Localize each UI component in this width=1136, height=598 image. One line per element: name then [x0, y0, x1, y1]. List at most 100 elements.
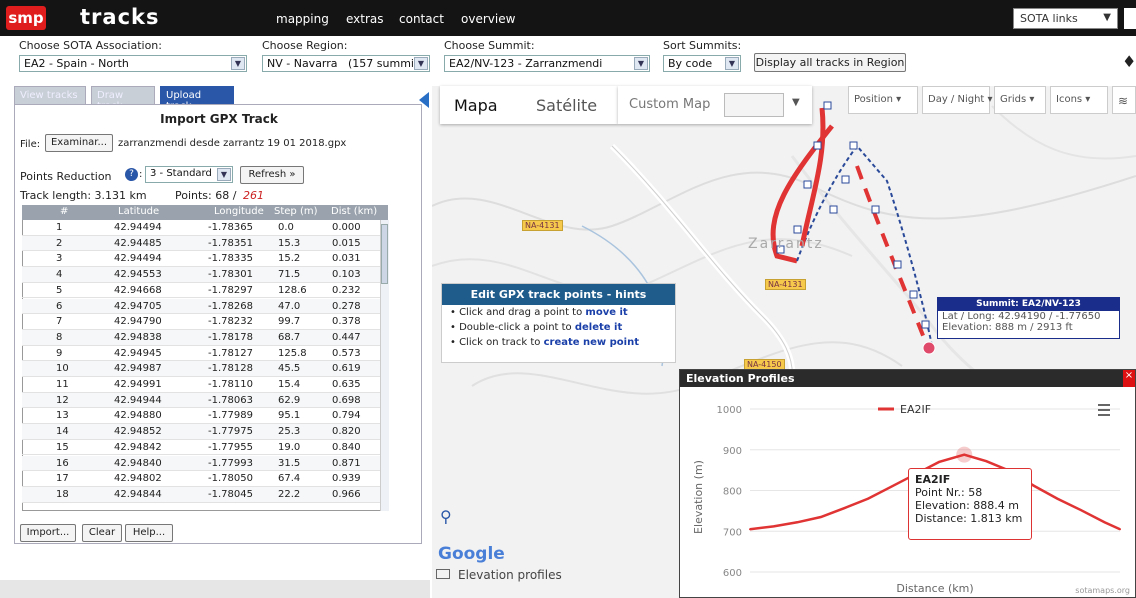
hiker-icon[interactable]: ♦ — [1122, 52, 1136, 71]
table-row[interactable]: 2 42.94485 -1.78351 15.3 0.015 — [22, 235, 388, 252]
table-cell: 0.015 — [332, 237, 361, 249]
table-row[interactable]: 14 42.94852 -1.77975 25.3 0.820 — [22, 424, 388, 440]
tab-draw-track[interactable]: Draw track — [91, 86, 155, 112]
tab-upload-track[interactable]: Upload track — [160, 86, 234, 112]
table-cell: 2 — [56, 237, 63, 249]
hint-create: • Click on track to create new point — [450, 337, 639, 348]
table-row[interactable]: 7 42.94790 -1.78232 99.7 0.378 — [22, 314, 388, 330]
elevation-point — [772, 525, 775, 528]
region-select[interactable]: NV - Navarra (157 summits) ▼ — [262, 55, 430, 72]
help-icon[interactable]: ? — [125, 168, 138, 181]
table-cell: 3 — [56, 253, 63, 265]
table-cell: -1.78110 — [208, 379, 253, 390]
sort-select[interactable]: By code ▼ — [663, 55, 741, 72]
table-cell: -1.78232 — [208, 316, 253, 328]
tooltip-point: Point Nr.: 58 — [915, 486, 983, 499]
table-cell: 22.2 — [278, 488, 301, 500]
tab-view-tracks[interactable]: View tracks — [14, 86, 86, 105]
table-cell: 128.6 — [278, 284, 307, 296]
col-header-latitude[interactable]: Latitude — [118, 206, 159, 217]
table-cell: 0.966 — [332, 488, 361, 500]
elevation-point — [1032, 484, 1035, 487]
day-night-button[interactable]: Day / Night ▾ — [922, 86, 993, 114]
position-button[interactable]: Position ▾ — [848, 86, 918, 114]
help-button[interactable]: Help... — [125, 524, 173, 542]
nav-contact[interactable]: contact — [399, 12, 444, 26]
table-row[interactable]: 11 42.94991 -1.78110 15.4 0.635 — [22, 377, 388, 393]
table-row[interactable]: 6 42.94705 -1.78268 47.0 0.278 — [22, 298, 388, 315]
table-cell: 12 — [56, 394, 69, 406]
table-row[interactable]: 16 42.94840 -1.77993 31.5 0.871 — [22, 455, 388, 472]
map-type-mapa[interactable]: Mapa — [454, 96, 498, 115]
table-cell: -1.78050 — [208, 473, 253, 485]
table-cell: 0.820 — [332, 426, 361, 438]
layers-icon[interactable]: ≋ — [1112, 86, 1136, 114]
collapse-panel-icon[interactable] — [419, 92, 429, 108]
table-cell: -1.78178 — [208, 331, 253, 343]
import-button[interactable]: Import... — [20, 524, 76, 542]
table-row[interactable]: 1 42.94494 -1.78365 0.0 0.000 — [22, 220, 388, 236]
table-row[interactable]: 18 42.94844 -1.78045 22.2 0.966 — [22, 486, 388, 503]
table-row[interactable]: 15 42.94842 -1.77955 19.0 0.840 — [22, 440, 388, 456]
nav-mapping[interactable]: mapping — [276, 12, 329, 26]
table-scroll-thumb[interactable] — [381, 224, 388, 284]
smp-logo[interactable]: smp — [6, 6, 46, 30]
table-row[interactable]: 17 42.94802 -1.78050 67.4 0.939 — [22, 471, 388, 487]
nav-extras[interactable]: extras — [346, 12, 384, 26]
table-cell: -1.78045 — [208, 488, 253, 500]
summit-title: Summit: EA2/NV-123 — [938, 298, 1119, 311]
map-type-satellite[interactable]: Satélite — [536, 96, 597, 115]
table-cell: 5 — [56, 284, 63, 296]
close-icon[interactable]: × — [1123, 370, 1135, 387]
table-cell: 15.4 — [278, 379, 301, 390]
nav-overview[interactable]: overview — [461, 12, 515, 26]
table-cell: 0.447 — [332, 331, 361, 343]
custom-map-field[interactable] — [724, 93, 784, 117]
col-header-longitude[interactable]: Longitude — [214, 206, 264, 217]
table-row[interactable]: 13 42.94880 -1.77989 95.1 0.794 — [22, 408, 388, 425]
clear-button[interactable]: Clear — [82, 524, 122, 542]
menu-square[interactable] — [1124, 8, 1136, 29]
icons-button[interactable]: Icons ▾ — [1050, 86, 1108, 114]
grids-button[interactable]: Grids ▾ — [994, 86, 1046, 114]
table-row[interactable]: 4 42.94553 -1.78301 71.5 0.103 — [22, 267, 388, 283]
col-header-dist[interactable]: Dist (km) — [331, 206, 377, 217]
table-cell: 42.94485 — [114, 237, 162, 249]
sota-links-dropdown[interactable]: SOTA links ▼ — [1013, 8, 1118, 29]
table-cell: 10 — [56, 363, 69, 375]
table-cell: 15.2 — [278, 253, 301, 265]
table-row[interactable]: 12 42.94944 -1.78063 62.9 0.698 — [22, 392, 388, 409]
table-cell: 42.94494 — [114, 222, 162, 233]
table-row[interactable]: 8 42.94838 -1.78178 68.7 0.447 — [22, 329, 388, 346]
chevron-down-icon: ▼ — [725, 57, 739, 70]
table-row[interactable]: 3 42.94494 -1.78335 15.2 0.031 — [22, 251, 388, 268]
summit-select[interactable]: EA2/NV-123 - Zarranzmendi ▼ — [444, 55, 650, 72]
elevation-profiles-link[interactable]: Elevation profiles — [436, 568, 562, 582]
display-all-tracks-button[interactable]: Display all tracks in Region — [754, 53, 906, 72]
table-cell: 0.619 — [332, 363, 361, 375]
table-cell: 42.94987 — [114, 363, 162, 375]
elevation-point — [890, 485, 893, 488]
table-cell: -1.78335 — [208, 253, 253, 265]
elevation-point — [819, 515, 822, 518]
custom-map-control[interactable]: Custom Map ▼ — [618, 86, 812, 124]
table-row[interactable]: 9 42.94945 -1.78127 125.8 0.573 — [22, 346, 388, 362]
col-header-index[interactable]: # — [60, 206, 68, 217]
elevation-point — [1103, 521, 1106, 524]
association-value: EA2 - Spain - North — [24, 57, 129, 70]
browse-button[interactable]: Examinar... — [45, 134, 113, 152]
table-cell: -1.78128 — [208, 363, 253, 375]
association-select[interactable]: EA2 - Spain - North ▼ — [19, 55, 247, 72]
refresh-button[interactable]: Refresh » — [240, 166, 304, 184]
table-row[interactable]: 10 42.94987 -1.78128 45.5 0.619 — [22, 361, 388, 377]
col-header-step[interactable]: Step (m) — [274, 206, 318, 217]
hint-move: • Click and drag a point to move it — [450, 307, 628, 318]
chevron-down-icon: ▼ — [634, 57, 648, 70]
zoom-icon[interactable]: ⚲ — [440, 507, 468, 531]
table-cell: -1.78127 — [208, 347, 253, 359]
table-row[interactable]: 5 42.94668 -1.78297 128.6 0.232 — [22, 283, 388, 299]
reduction-select[interactable]: 3 - Standard ▼ — [145, 166, 233, 183]
region-value: NV - Navarra — [267, 57, 338, 70]
table-cell: 47.0 — [278, 300, 301, 312]
selector-bar: Choose SOTA Association: EA2 - Spain - N… — [0, 36, 1136, 86]
